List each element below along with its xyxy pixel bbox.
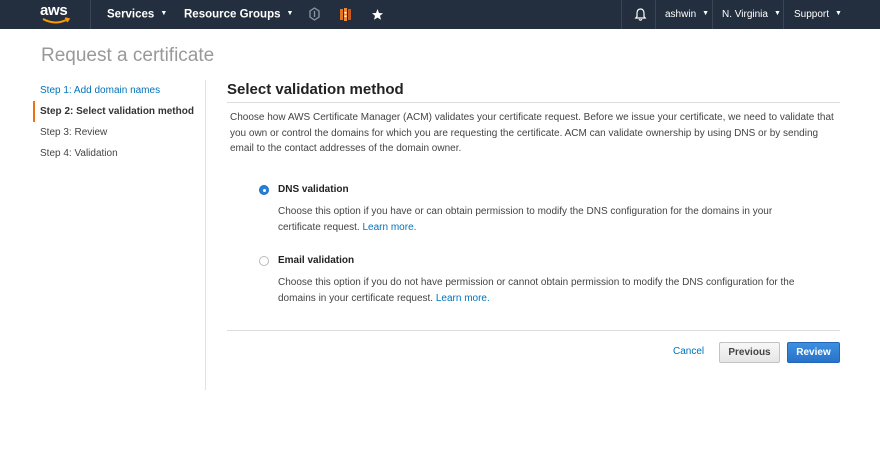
aws-logo[interactable]: aws	[40, 3, 74, 25]
services-label: Services	[107, 8, 155, 21]
email-validation-description: Choose this option if you do not have pe…	[278, 275, 798, 306]
region-label: N. Virginia	[722, 9, 768, 21]
review-button[interactable]: Review	[787, 342, 840, 363]
dns-validation-radio[interactable]	[259, 185, 269, 195]
section-title: Select validation method	[227, 81, 404, 98]
intro-text: Choose how AWS Certificate Manager (ACM)…	[230, 112, 834, 154]
chevron-down-icon: ▼	[286, 10, 294, 17]
top-nav: aws Services ▼ Resource Groups ▼ ashwin ▼	[0, 0, 880, 29]
steps-sidebar: Step 1: Add domain names Step 2: Select …	[33, 80, 205, 164]
bookmark-icon[interactable]	[370, 7, 385, 22]
step-review: Step 3: Review	[40, 127, 108, 138]
resource-groups-label: Resource Groups	[184, 8, 281, 21]
user-menu[interactable]: ashwin ▼	[665, 0, 709, 29]
cloudformation-icon[interactable]	[338, 7, 353, 22]
step-add-domain-names[interactable]: Step 1: Add domain names	[33, 80, 205, 101]
nav-separator	[621, 0, 622, 29]
nav-separator	[783, 0, 784, 29]
user-label: ashwin	[665, 9, 697, 21]
pin-icon[interactable]	[307, 7, 322, 22]
page-title: Request a certificate	[41, 45, 215, 66]
region-menu[interactable]: N. Virginia ▼	[722, 0, 781, 29]
dns-validation-description: Choose this option if you have or can ob…	[278, 204, 798, 235]
aws-smile-icon	[42, 17, 71, 24]
dns-validation-label[interactable]: DNS validation	[278, 182, 349, 198]
services-menu[interactable]: Services ▼	[107, 0, 167, 29]
support-label: Support	[794, 9, 830, 21]
bell-icon[interactable]	[633, 7, 648, 22]
nav-separator	[712, 0, 713, 29]
email-validation-desc-text: Choose this option if you do not have pe…	[278, 277, 795, 304]
nav-separator	[90, 0, 91, 29]
support-menu[interactable]: Support ▼	[794, 0, 842, 29]
chevron-down-icon: ▼	[160, 10, 168, 17]
sidebar-divider	[205, 80, 206, 390]
chevron-down-icon: ▼	[773, 10, 781, 17]
divider	[227, 330, 840, 331]
cancel-button[interactable]: Cancel	[673, 345, 704, 359]
dns-learn-more-link[interactable]: Learn more.	[363, 222, 417, 233]
step-validation: Step 4: Validation	[40, 148, 118, 159]
main-content: Select validation method Choose how AWS …	[227, 80, 840, 363]
chevron-down-icon: ▼	[702, 10, 710, 17]
chevron-down-icon: ▼	[835, 10, 842, 17]
email-validation-radio[interactable]	[259, 256, 269, 266]
resource-groups-menu[interactable]: Resource Groups ▼	[184, 0, 293, 29]
dns-validation-desc-text: Choose this option if you have or can ob…	[278, 206, 773, 233]
nav-separator	[655, 0, 656, 29]
email-validation-label[interactable]: Email validation	[278, 253, 354, 269]
divider	[227, 102, 840, 103]
step-select-validation-method: Step 2: Select validation method	[33, 101, 205, 122]
previous-button[interactable]: Previous	[719, 342, 780, 363]
email-learn-more-link[interactable]: Learn more.	[436, 293, 490, 304]
